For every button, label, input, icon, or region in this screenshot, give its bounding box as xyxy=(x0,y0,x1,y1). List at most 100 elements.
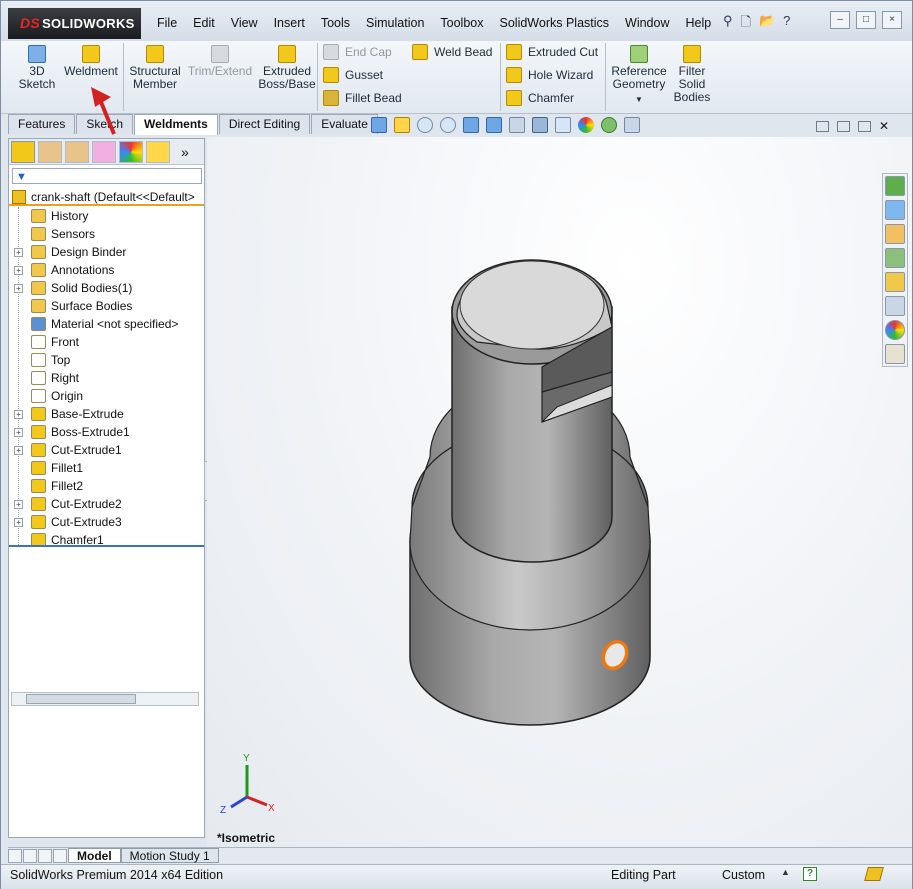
edit-appearance-icon[interactable] xyxy=(578,117,594,133)
feature-tree-item[interactable]: Right xyxy=(9,369,204,387)
menu-item-edit[interactable]: Edit xyxy=(185,15,223,31)
display-style-icon[interactable] xyxy=(532,117,548,133)
reference-geometry-button[interactable]: Reference Geometry ▼ xyxy=(609,45,669,106)
3d-sketch-button[interactable]: 3D Sketch xyxy=(15,45,59,91)
feature-tree-item[interactable]: Fillet1 xyxy=(9,459,204,477)
fillet-bead-button[interactable]: Fillet Bead xyxy=(323,90,402,106)
menu-item-insert[interactable]: Insert xyxy=(266,15,313,31)
scrollbar-thumb[interactable] xyxy=(26,694,136,704)
feature-tree-filter[interactable]: ▼ xyxy=(12,168,202,184)
part-model[interactable]: Y X Z xyxy=(207,137,912,849)
file-explorer-icon[interactable] xyxy=(885,224,905,244)
feature-tree-item[interactable]: Origin xyxy=(9,387,204,405)
menu-item-toolbox[interactable]: Toolbox xyxy=(432,15,491,31)
expand-icon[interactable]: + xyxy=(14,248,23,257)
menu-item-simulation[interactable]: Simulation xyxy=(358,15,432,31)
help-icon[interactable]: ? xyxy=(803,867,817,881)
menu-item-tools[interactable]: Tools xyxy=(313,15,358,31)
properties-icon[interactable] xyxy=(885,344,905,364)
previous-view-icon[interactable] xyxy=(440,117,456,133)
weldment-button[interactable]: Weldment xyxy=(61,45,121,78)
apply-scene-icon[interactable] xyxy=(601,117,617,133)
design-library-icon[interactable] xyxy=(885,200,905,220)
scenes-icon[interactable] xyxy=(885,320,905,340)
viewport-close-icon[interactable]: ✕ xyxy=(879,120,892,132)
dropdown-arrow-icon[interactable]: ▼ xyxy=(609,93,669,106)
tab-direct-editing[interactable]: Direct Editing xyxy=(218,114,311,134)
rollback-bar[interactable] xyxy=(9,545,204,547)
close-button[interactable]: × xyxy=(882,11,902,29)
feature-tree-item[interactable]: + Cut-Extrude3 xyxy=(9,513,204,531)
structural-member-button[interactable]: Structural Member xyxy=(127,45,183,91)
viewport-tile-icon[interactable] xyxy=(837,121,850,132)
feature-tree-item[interactable]: Material <not specified> xyxy=(9,315,204,333)
next-tab-arrow-icon[interactable] xyxy=(38,849,52,863)
custom-properties-icon[interactable] xyxy=(885,296,905,316)
open-document-icon[interactable]: 📂 xyxy=(759,13,775,35)
extruded-boss-button[interactable]: Extruded Boss/Base xyxy=(258,45,316,91)
feature-tree-root[interactable]: crank-shaft (Default<<Default> xyxy=(9,188,204,206)
appearances-icon[interactable] xyxy=(885,272,905,292)
expand-icon[interactable]: + xyxy=(14,428,23,437)
help-icon[interactable]: ? xyxy=(783,13,790,35)
menu-item-file[interactable]: File xyxy=(149,15,185,31)
prev-tab-arrow-icon[interactable] xyxy=(23,849,37,863)
tab-weldments[interactable]: Weldments xyxy=(134,114,218,135)
maximize-button[interactable]: □ xyxy=(856,11,876,29)
trim-extend-button[interactable]: Trim/Extend xyxy=(187,45,253,78)
configuration-manager-tab[interactable] xyxy=(65,140,89,163)
feature-manager-tab[interactable] xyxy=(11,140,35,163)
feature-tree-item[interactable]: Top xyxy=(9,351,204,369)
menu-item-window[interactable]: Window xyxy=(617,15,677,31)
weld-bead-button[interactable]: Weld Bead xyxy=(412,44,492,60)
expand-icon[interactable]: + xyxy=(14,266,23,275)
expand-icon[interactable]: + xyxy=(14,410,23,419)
feature-tree-item[interactable]: Front xyxy=(9,333,204,351)
last-tab-arrow-icon[interactable] xyxy=(53,849,67,863)
solidworks-resources-icon[interactable] xyxy=(885,176,905,196)
zoom-to-area-icon[interactable] xyxy=(417,117,433,133)
viewport-maximize-icon[interactable] xyxy=(858,121,871,132)
tab-model[interactable]: Model xyxy=(68,848,121,863)
view-settings-icon[interactable] xyxy=(624,117,640,133)
tab-motion-study[interactable]: Motion Study 1 xyxy=(120,848,219,863)
viewport-restore-icon[interactable] xyxy=(816,121,829,132)
pin-icon[interactable]: ⚲ xyxy=(723,13,733,35)
menu-item-solidworks-plastics[interactable]: SolidWorks Plastics xyxy=(492,15,618,31)
feature-tree-item[interactable]: + Annotations xyxy=(9,261,204,279)
hide-show-items-icon[interactable] xyxy=(555,117,571,133)
feature-tree-item[interactable]: Surface Bodies xyxy=(9,297,204,315)
dynamic-annotation-icon[interactable] xyxy=(486,117,502,133)
view-palette-icon[interactable] xyxy=(885,248,905,268)
dimxpert-manager-tab[interactable] xyxy=(92,140,116,163)
expand-icon[interactable]: + xyxy=(14,518,23,527)
feature-tree-item[interactable]: + Boss-Extrude1 xyxy=(9,423,204,441)
feature-tree-item[interactable]: + Cut-Extrude2 xyxy=(9,495,204,513)
solidworks-logo[interactable]: DS SOLIDWORKS xyxy=(8,8,141,39)
filter-solid-bodies-button[interactable]: Filter Solid Bodies xyxy=(671,45,713,104)
panel-horizontal-scrollbar[interactable] xyxy=(11,692,199,706)
extruded-cut-button[interactable]: Extruded Cut xyxy=(506,44,598,60)
tab-features[interactable]: Features xyxy=(8,114,76,134)
zoom-to-fit-icon[interactable] xyxy=(394,117,410,133)
tab-evaluate[interactable]: Evaluate xyxy=(311,114,378,134)
menu-item-help[interactable]: Help xyxy=(678,15,720,31)
graphics-area[interactable]: Y X Z xyxy=(207,137,912,849)
expand-panel-icon[interactable]: » xyxy=(181,144,189,160)
section-view-icon[interactable] xyxy=(463,117,479,133)
feature-tree-item[interactable]: + Cut-Extrude1 xyxy=(9,441,204,459)
view-orientation-icon[interactable] xyxy=(509,117,525,133)
display-manager-tab[interactable] xyxy=(119,140,143,163)
unit-system-dropdown[interactable]: Custom xyxy=(722,868,765,882)
minimize-button[interactable]: – xyxy=(830,11,850,29)
feature-tree-item[interactable]: + Design Binder xyxy=(9,243,204,261)
expand-icon[interactable]: + xyxy=(14,284,23,293)
expand-icon[interactable]: + xyxy=(14,500,23,509)
feature-tree-item[interactable]: + Base-Extrude xyxy=(9,405,204,423)
menu-item-view[interactable]: View xyxy=(223,15,266,31)
gusset-button[interactable]: Gusset xyxy=(323,67,383,83)
chamfer-button[interactable]: Chamfer xyxy=(506,90,574,106)
feature-tree-item[interactable]: Sensors xyxy=(9,225,204,243)
expand-icon[interactable]: + xyxy=(14,446,23,455)
view-cube-icon[interactable] xyxy=(371,117,387,133)
